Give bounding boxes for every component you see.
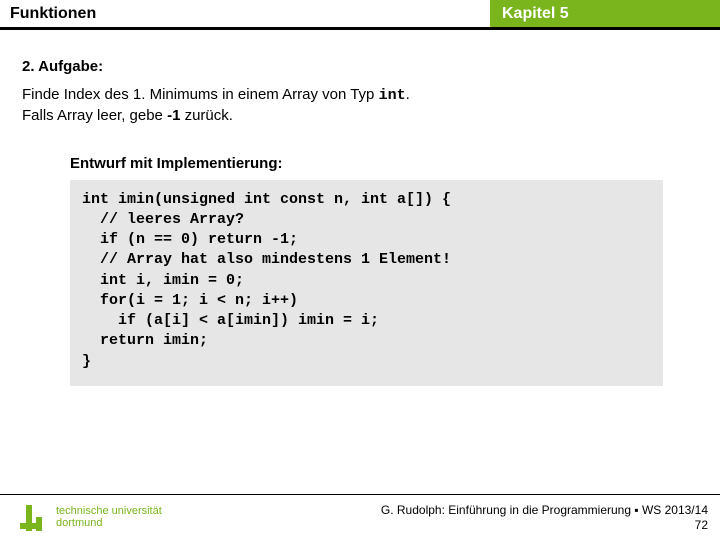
slide-header: Funktionen Kapitel 5 xyxy=(0,0,720,30)
task-line2-a: Falls Array leer, gebe xyxy=(22,107,167,124)
university-name: technische universität dortmund xyxy=(56,506,162,529)
header-right-text: Kapitel 5 xyxy=(502,5,569,22)
header-left: Funktionen xyxy=(0,0,490,30)
uni-line1: technische universität xyxy=(56,505,162,517)
uni-line2: dortmund xyxy=(56,517,102,529)
task-line2-bold: -1 xyxy=(167,107,180,124)
credit-text: G. Rudolph: Einführung in die Programmie… xyxy=(381,503,708,517)
code-block: int imin(unsigned int const n, int a[]) … xyxy=(70,180,663,386)
university-logo: technische universität dortmund xyxy=(18,505,162,531)
implementation-heading: Entwurf mit Implementierung: xyxy=(70,155,698,172)
task-line2-b: zurück. xyxy=(180,107,233,124)
tu-logo-icon xyxy=(18,505,48,531)
task-description: Finde Index des 1. Minimums in einem Arr… xyxy=(22,85,698,127)
header-left-text: Funktionen xyxy=(10,5,96,22)
task-line1-code: int xyxy=(379,87,406,104)
header-right: Kapitel 5 xyxy=(490,0,720,30)
footer-credit: G. Rudolph: Einführung in die Programmie… xyxy=(381,503,708,533)
page-number: 72 xyxy=(695,518,708,532)
slide-footer: technische universität dortmund G. Rudol… xyxy=(0,494,720,540)
task-line1-b: . xyxy=(406,86,410,103)
task-heading: 2. Aufgabe: xyxy=(22,58,698,75)
task-line1-a: Finde Index des 1. Minimums in einem Arr… xyxy=(22,86,379,103)
content-area: 2. Aufgabe: Finde Index des 1. Minimums … xyxy=(0,30,720,386)
